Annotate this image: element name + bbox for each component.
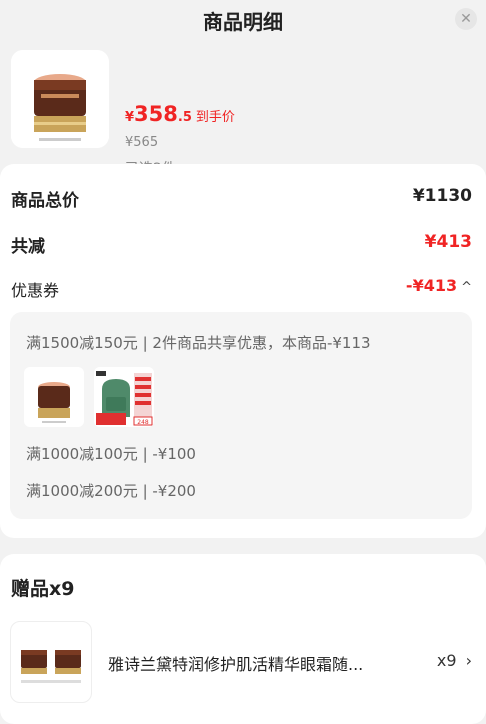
reduce-value: ¥413 bbox=[424, 232, 472, 252]
gift-count-value: x9 bbox=[436, 651, 457, 670]
gift-item-name[interactable]: 雅诗兰黛特润修护肌活精华眼霜随... bbox=[108, 651, 363, 675]
final-price: ¥358.5 到手价 bbox=[125, 102, 235, 126]
original-price: ¥565 bbox=[125, 135, 159, 150]
coupon-value: -¥413 bbox=[405, 276, 458, 295]
header: 商品明细 ✕ bbox=[0, 0, 486, 40]
total-value: ¥1130 bbox=[412, 186, 472, 206]
price-integer: 358 bbox=[134, 102, 178, 126]
discount-line-3: 满1000减200元 | -¥200 bbox=[26, 482, 196, 500]
discount-details: 满1500减150元 | 2件商品共享优惠，本商品-¥113 248 满1000… bbox=[10, 312, 472, 519]
discount-product-thumb-1 bbox=[24, 367, 84, 427]
gifts-card: 赠品x9 雅诗兰黛特润修护肌活精华眼霜随... x9 › bbox=[0, 554, 486, 724]
discount-line-1: 满1500减150元 | 2件商品共享优惠，本商品-¥113 bbox=[26, 334, 371, 352]
coupon-label: 优惠券 bbox=[11, 281, 60, 300]
gifts-title: 赠品x9 bbox=[11, 578, 75, 600]
gift-image bbox=[10, 621, 92, 703]
product-summary: ¥358.5到手价 ¥565 已选2件 bbox=[0, 40, 486, 177]
bag-price-badge: 248 bbox=[137, 419, 149, 426]
total-label: 商品总价 bbox=[11, 191, 79, 211]
price-decimal: .5 bbox=[177, 110, 192, 125]
reduce-label: 共减 bbox=[11, 237, 45, 257]
chevron-up-icon: ^ bbox=[461, 280, 472, 295]
discount-line-2: 满1000减100元 | -¥100 bbox=[26, 445, 196, 463]
price-detail-card: 商品总价 ¥1130 共减 ¥413 优惠券 -¥413 ^ 满1500减150元… bbox=[0, 164, 486, 538]
coupon-toggle[interactable]: -¥413 ^ bbox=[406, 276, 472, 295]
gift-item-count[interactable]: x9 › bbox=[437, 651, 472, 670]
discount-product-thumb-2: 248 bbox=[94, 367, 154, 427]
close-icon[interactable]: ✕ bbox=[455, 8, 477, 30]
chevron-right-icon: › bbox=[465, 651, 472, 670]
page-title: 商品明细 bbox=[203, 10, 283, 34]
product-image bbox=[11, 50, 109, 148]
currency-symbol: ¥ bbox=[125, 110, 135, 125]
price-tag: 到手价 bbox=[195, 110, 235, 125]
